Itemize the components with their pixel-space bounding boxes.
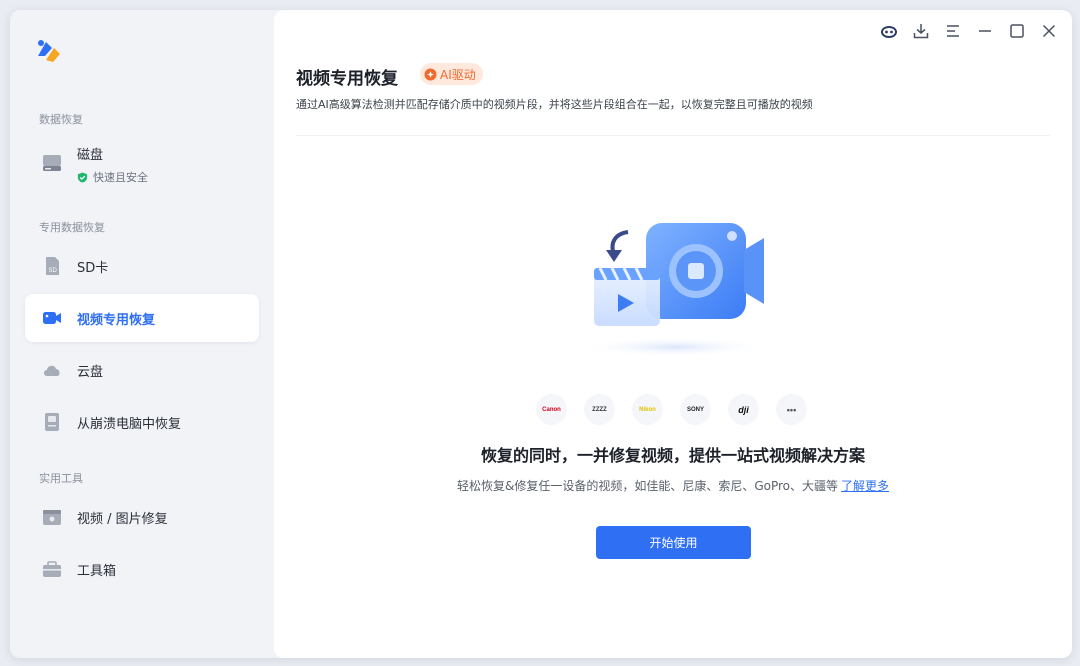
brand-canon-logo: Canon	[536, 394, 567, 425]
page-description: 通过AI高级算法检测并匹配存储介质中的视频片段，并将这些片段组合在一起，以恢复完…	[296, 98, 813, 111]
disk-icon	[43, 155, 61, 171]
minimize-button[interactable]	[972, 20, 998, 42]
maximize-button[interactable]	[1004, 20, 1030, 42]
ai-badge: AI驱动	[420, 63, 483, 85]
sd-card-icon: SD	[46, 257, 59, 275]
window-controls	[876, 20, 1062, 42]
video-camera-icon	[43, 312, 61, 324]
crashed-pc-icon	[45, 413, 59, 431]
brand-nikon-logo: Nikon	[632, 394, 663, 425]
cloud-icon	[44, 365, 60, 376]
disk-sub-label: 快速且安全	[93, 171, 148, 184]
brand-sony-logo: SONY	[680, 394, 711, 425]
video-recovery-illustration	[579, 223, 769, 357]
sidebar-item-label: 云盘	[77, 364, 104, 380]
svg-text:SD: SD	[49, 268, 58, 274]
sidebar-item-label: 磁盘	[77, 148, 104, 163]
sidebar-item-video-photo-repair[interactable]: 视频 / 图片修复	[25, 493, 259, 541]
page-title: 视频专用恢复	[296, 69, 398, 89]
download-icon	[913, 24, 929, 39]
section-title-special-recovery: 专用数据恢复	[39, 221, 105, 234]
sidebar-item-toolbox[interactable]: 工具箱	[25, 545, 259, 593]
app-window: 数据恢复 磁盘 快速且安全 专用数据恢复 SD SD卡 视频专用恢复 云盘 从崩…	[10, 10, 1072, 658]
start-button[interactable]: 开始使用	[596, 526, 751, 559]
learn-more-link[interactable]: 了解更多	[841, 479, 889, 493]
ai-badge-label: AI驱动	[440, 67, 476, 82]
app-logo-icon	[38, 40, 60, 62]
download-button[interactable]	[908, 20, 934, 42]
header-divider	[296, 135, 1050, 136]
repair-icon	[43, 510, 61, 525]
menu-icon	[947, 25, 959, 37]
feature-headline: 恢复的同时，一并修复视频，提供一站式视频解决方案	[480, 446, 865, 465]
sidebar-item-label: SD卡	[77, 260, 109, 276]
close-icon	[1042, 24, 1056, 38]
sidebar-item-label: 视频 / 图片修复	[77, 511, 168, 527]
main-panel: 视频专用恢复 AI驱动 通过AI高级算法检测并匹配存储介质中的视频片段，并将这些…	[274, 10, 1072, 658]
brand-dji-logo: dji	[728, 394, 759, 425]
toolbox-icon	[43, 561, 61, 577]
robot-icon	[881, 26, 897, 38]
section-title-data-recovery: 数据恢复	[39, 113, 83, 126]
sidebar-item-label: 工具箱	[77, 563, 117, 579]
sidebar-item-video-recovery[interactable]: 视频专用恢复	[25, 294, 259, 342]
more-brands-icon: •••	[776, 394, 807, 425]
brand-gopro-logo: ZZZZ	[584, 394, 615, 425]
sidebar-item-cloud[interactable]: 云盘	[25, 346, 259, 394]
shield-check-icon	[77, 171, 88, 183]
feature-subline: 轻松恢复&修复任一设备的视频，如佳能、尼康、索尼、GoPro、大疆等 了解更多	[274, 477, 1072, 494]
disk-safe-badge: 快速且安全	[77, 169, 148, 185]
sidebar: 数据恢复 磁盘 快速且安全 专用数据恢复 SD SD卡 视频专用恢复 云盘 从崩…	[10, 10, 274, 658]
sidebar-item-crashed-pc[interactable]: 从崩溃电脑中恢复	[25, 398, 259, 446]
sidebar-item-sd-card[interactable]: SD SD卡	[25, 242, 259, 290]
maximize-icon	[1010, 24, 1024, 38]
assistant-button[interactable]	[876, 20, 902, 42]
feature-subline-text: 轻松恢复&修复任一设备的视频，如佳能、尼康、索尼、GoPro、大疆等	[456, 479, 839, 493]
menu-button[interactable]	[940, 20, 966, 42]
sidebar-item-label: 视频专用恢复	[77, 312, 156, 328]
minimize-icon	[979, 30, 991, 32]
ai-spark-icon	[424, 68, 437, 80]
sidebar-item-disk[interactable]: 磁盘 快速且安全	[25, 134, 259, 190]
section-title-tools: 实用工具	[39, 472, 83, 485]
close-button[interactable]	[1036, 20, 1062, 42]
brand-logos: Canon ZZZZ Nikon SONY dji •••	[536, 394, 807, 425]
sidebar-item-label: 从崩溃电脑中恢复	[77, 416, 182, 432]
